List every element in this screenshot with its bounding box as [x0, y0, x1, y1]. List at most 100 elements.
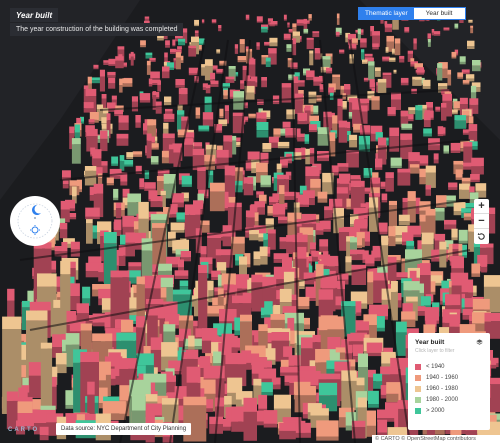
building: [470, 25, 474, 34]
building: [361, 49, 365, 61]
building: [243, 397, 257, 441]
building: [175, 52, 181, 70]
building: [267, 229, 276, 250]
building: [111, 156, 119, 166]
building: [312, 31, 320, 38]
layers-icon[interactable]: [476, 339, 483, 346]
building: [209, 182, 225, 212]
building: [294, 93, 304, 114]
building: [107, 71, 116, 78]
legend-label: 1980 - 2000: [426, 396, 459, 403]
building: [119, 155, 125, 171]
map-title: Year built: [10, 8, 59, 22]
building: [118, 245, 126, 266]
building: [93, 64, 99, 70]
building: [377, 419, 388, 437]
building: [336, 13, 340, 25]
layer-option-thematic[interactable]: Thematic layer: [359, 8, 414, 19]
building: [198, 125, 210, 132]
building: [265, 57, 271, 67]
building: [425, 165, 436, 188]
building: [350, 249, 365, 261]
building: [471, 263, 481, 277]
building: [384, 23, 392, 33]
building: [175, 79, 185, 88]
building: [71, 138, 81, 164]
map-attribution[interactable]: © CARTO © OpenStreetMap contributors: [372, 435, 500, 443]
building: [146, 133, 152, 159]
building: [304, 134, 310, 144]
zoom-out-button[interactable]: −: [474, 214, 489, 229]
building: [222, 225, 232, 247]
building: [433, 31, 441, 36]
building: [269, 22, 275, 27]
building: [260, 152, 269, 164]
building: [362, 59, 368, 64]
building: [443, 27, 450, 31]
legend-item[interactable]: > 2000: [415, 405, 483, 416]
building: [409, 164, 420, 174]
building: [211, 19, 217, 24]
building: [454, 115, 467, 129]
building: [437, 126, 444, 137]
building: [357, 28, 361, 40]
building: [435, 106, 441, 112]
building: [391, 281, 398, 321]
building: [210, 80, 219, 87]
legend-swatch: [415, 407, 421, 414]
building: [385, 172, 394, 192]
building: [103, 60, 109, 65]
zoom-in-button[interactable]: +: [474, 199, 489, 214]
building: [70, 241, 80, 257]
building: [148, 78, 153, 87]
building: [259, 246, 268, 265]
building: [337, 98, 343, 124]
legend-swatch: [415, 385, 421, 392]
building: [481, 259, 487, 273]
building: [360, 125, 371, 135]
building: [451, 51, 457, 59]
building: [231, 406, 244, 432]
building: [451, 109, 458, 115]
building: [317, 151, 329, 162]
building: [113, 188, 119, 201]
legend-item[interactable]: 1940 - 1960: [415, 372, 483, 383]
building: [458, 229, 468, 244]
building: [172, 39, 176, 47]
building: [181, 175, 192, 187]
building: [195, 107, 201, 119]
reset-view-button[interactable]: [474, 229, 489, 244]
building: [317, 191, 328, 203]
building: [459, 183, 470, 199]
carto-logo: CARTO: [8, 427, 40, 433]
building: [202, 112, 214, 127]
legend-item[interactable]: < 1940: [415, 361, 483, 372]
building: [363, 77, 369, 82]
building: [162, 66, 170, 79]
building: [83, 102, 94, 113]
legend-item[interactable]: 1980 - 2000: [415, 394, 483, 405]
building: [139, 178, 145, 190]
building: [296, 19, 305, 26]
building: [297, 112, 308, 125]
building: [427, 39, 431, 47]
building: [279, 422, 296, 440]
building: [126, 152, 134, 159]
building: [415, 105, 423, 120]
moon-icon: [32, 205, 41, 215]
building: [256, 42, 260, 50]
building: [234, 44, 239, 54]
building: [433, 153, 439, 164]
legend-item[interactable]: 1960 - 1980: [415, 383, 483, 394]
building: [280, 366, 299, 376]
layer-option-year-built[interactable]: Year built: [413, 8, 465, 19]
building: [297, 133, 306, 142]
building: [283, 14, 287, 21]
building: [390, 157, 402, 168]
building: [389, 57, 396, 62]
building: [297, 80, 305, 87]
light-compass-control[interactable]: [10, 196, 60, 246]
building: [388, 200, 397, 230]
building: [319, 239, 329, 253]
building: [278, 216, 288, 224]
